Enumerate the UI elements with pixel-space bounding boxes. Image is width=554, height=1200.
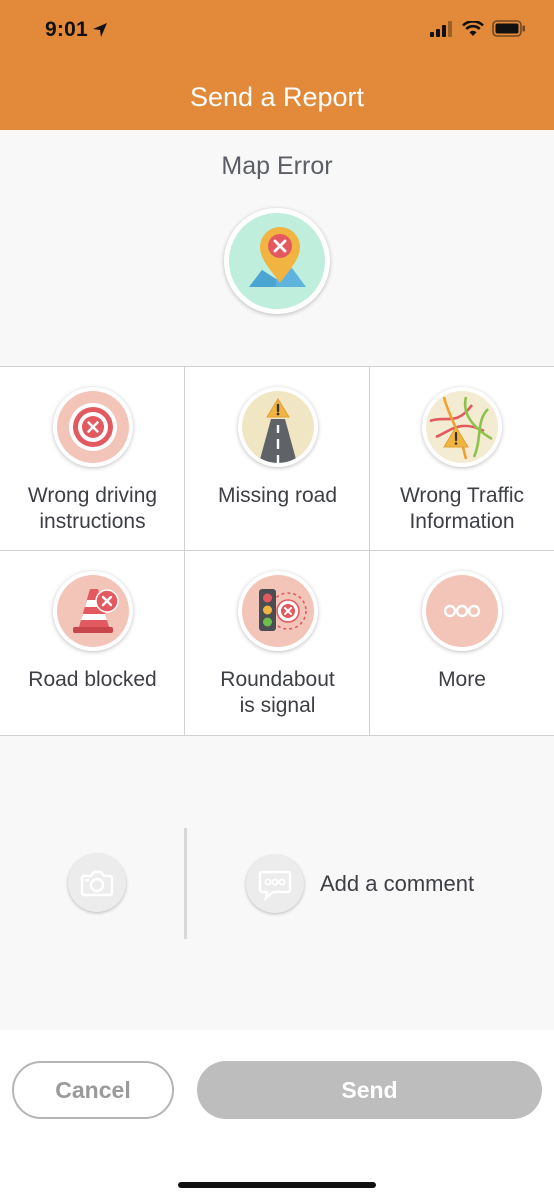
send-button[interactable]: Send [197, 1061, 542, 1119]
divider [184, 828, 187, 939]
cancel-button[interactable]: Cancel [12, 1061, 174, 1119]
option-more[interactable]: More [370, 551, 554, 736]
traffic-light-icon [238, 571, 318, 651]
camera-button[interactable] [68, 854, 126, 912]
battery-icon [492, 20, 525, 37]
app-header: 9:01 Send a Report [0, 0, 554, 130]
missing-road-icon [238, 387, 318, 467]
map-error-icon [224, 208, 330, 314]
traffic-map-icon [422, 387, 502, 467]
option-road-blocked[interactable]: Road blocked [0, 551, 185, 736]
section-title: Map Error [221, 152, 333, 180]
camera-icon [80, 870, 114, 897]
bottom-action-bar: Cancel Send [0, 1030, 554, 1200]
option-label: Wrong Traffic Information [399, 484, 525, 533]
wrong-directions-icon [53, 387, 133, 467]
home-indicator[interactable] [178, 1182, 376, 1188]
option-label: Wrong driving instructions [27, 484, 158, 533]
option-label: Missing road [217, 484, 338, 507]
more-dots-icon [422, 571, 502, 651]
option-label: More [438, 668, 486, 691]
add-comment-button[interactable]: Add a comment [320, 871, 474, 897]
report-options-grid: Wrong drivinginstructions Missing road [0, 366, 554, 736]
comment-bubble-icon[interactable] [246, 855, 304, 913]
traffic-cone-icon [53, 571, 133, 651]
status-icons [430, 20, 526, 37]
status-time-text: 9:01 [45, 18, 88, 41]
option-missing-road[interactable]: Missing road [185, 367, 370, 551]
status-time: 9:01 [45, 18, 108, 42]
option-label: Road blocked [28, 668, 157, 691]
cellular-signal-icon [430, 20, 452, 37]
option-wrong-driving-instructions[interactable]: Wrong driving instructions [0, 367, 185, 551]
option-wrong-traffic-information[interactable]: Wrong Traffic Information [370, 367, 554, 551]
option-roundabout-is-signal[interactable]: Roundabout is signal [185, 551, 370, 736]
option-label: Roundabout is signal [220, 668, 335, 717]
page-title: Send a Report [189, 82, 365, 112]
wifi-icon [462, 20, 484, 36]
location-arrow-icon [92, 23, 107, 37]
